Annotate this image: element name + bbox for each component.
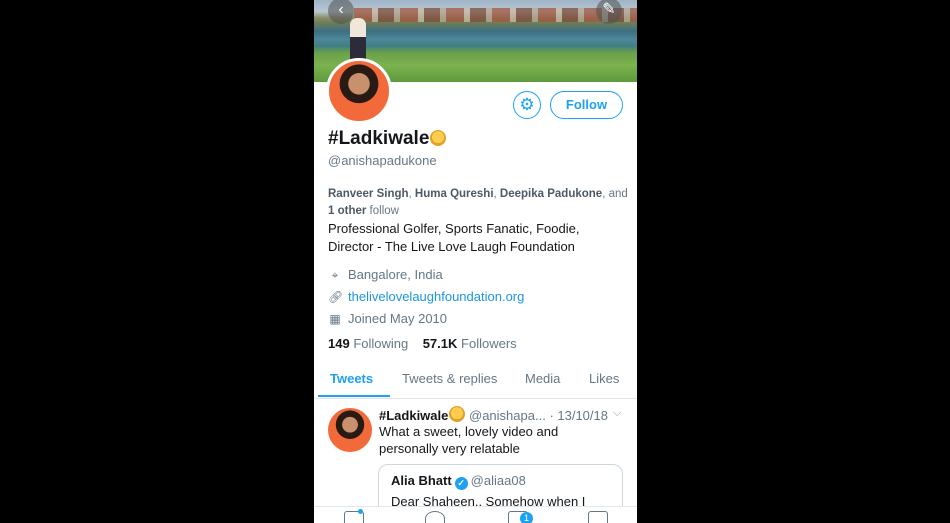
profile-avatar[interactable] (326, 58, 392, 124)
woman-emoji-icon (449, 406, 466, 422)
following-count: 149 (328, 336, 350, 351)
header-golfer (350, 18, 366, 60)
bottom-nav: 1 (314, 506, 637, 523)
followers-count: 57.1K (422, 336, 458, 351)
profile-bio: Professional Golfer, Sports Fanatic, Foo… (328, 220, 623, 256)
tab-media[interactable]: Media (525, 371, 560, 386)
tweet-author-name[interactable]: #Ladkiwale (379, 408, 448, 423)
active-tab-indicator (318, 395, 390, 397)
website-row[interactable]: 🔗︎ thelivelovelaughfoundation.org (328, 289, 524, 304)
calendar-icon: ▦ (329, 312, 341, 326)
joined-text: Joined May 2010 (348, 311, 448, 326)
follow-button[interactable]: Follow (550, 91, 623, 119)
profile-screen: ‹ ✎ ⚙ Follow #Ladkiwale @anishapadukone … (314, 0, 637, 523)
website-link[interactable]: thelivelovelaughfoundation.org (348, 289, 524, 304)
woman-emoji-icon (430, 130, 447, 146)
followed-by-others: 1 other (328, 205, 367, 217)
follow-stats: 149 Following 57.1K Followers (328, 336, 517, 351)
tweet-avatar[interactable] (328, 408, 372, 452)
bio-line: Professional Golfer, Sports Fanatic, Foo… (328, 221, 580, 236)
tweet-author-handle: @anishapa... (469, 408, 546, 423)
follower-name: Deepika Padukone (499, 188, 603, 200)
display-name-text: #Ladkiwale (328, 128, 430, 149)
following-stat[interactable]: 149 Following (328, 336, 408, 351)
tweet-line: personally very relatable (379, 441, 520, 456)
search-icon[interactable] (425, 511, 445, 523)
followers-label: Followers (461, 336, 517, 351)
tab-tweets-and-replies[interactable]: Tweets & replies (402, 371, 497, 386)
home-unread-dot (358, 509, 363, 514)
link-icon: 🔗︎ (328, 290, 344, 304)
settings-gear-icon[interactable]: ⚙ (513, 91, 541, 119)
location-text: Bangalore, India (348, 267, 443, 282)
quoted-author-handle: @aliaa08 (470, 473, 526, 488)
chevron-down-icon[interactable]: ⌵ (613, 407, 621, 420)
follower-name: Huma Qureshi (414, 188, 494, 200)
tab-likes[interactable]: Likes (589, 371, 619, 386)
tab-tweets[interactable]: Tweets (330, 371, 373, 386)
tweet-text: What a sweet, lovely video and personall… (379, 423, 619, 457)
bio-line: Director - The Live Love Laugh Foundatio… (328, 239, 575, 254)
location-row: ⌖ Bangalore, India (328, 267, 443, 283)
followed-by-suffix: follow (369, 205, 399, 217)
tweet-header: #Ladkiwale @anishapa... · 13/10/18 (379, 406, 608, 423)
display-name: #Ladkiwale (328, 128, 447, 150)
followed-by-and: , and (602, 188, 628, 200)
follower-name: Ranveer Singh (328, 188, 409, 200)
followers-stat[interactable]: 57.1K Followers (423, 336, 517, 351)
messages-icon[interactable] (588, 511, 608, 523)
quoted-author-name: Alia Bhatt (391, 473, 452, 488)
location-pin-icon: ⌖ (331, 268, 339, 282)
header-buildings (354, 8, 637, 22)
following-label: Following (353, 336, 409, 351)
tweet-line: What a sweet, lovely video and (379, 424, 559, 439)
notifications-badge: 1 (520, 512, 533, 523)
tweet-date: · 13/10/18 (549, 408, 608, 423)
followed-by-text[interactable]: Ranveer Singh, Huma Qureshi, Deepika Pad… (328, 186, 628, 220)
profile-tabs: Tweets Tweets & replies Media Likes (314, 368, 637, 399)
joined-row: ▦ Joined May 2010 (328, 311, 447, 326)
verified-badge-icon: ✓ (454, 477, 468, 490)
quoted-author: Alia Bhatt ✓ @aliaa08 (391, 473, 526, 490)
profile-handle: @anishapadukone (328, 153, 437, 168)
